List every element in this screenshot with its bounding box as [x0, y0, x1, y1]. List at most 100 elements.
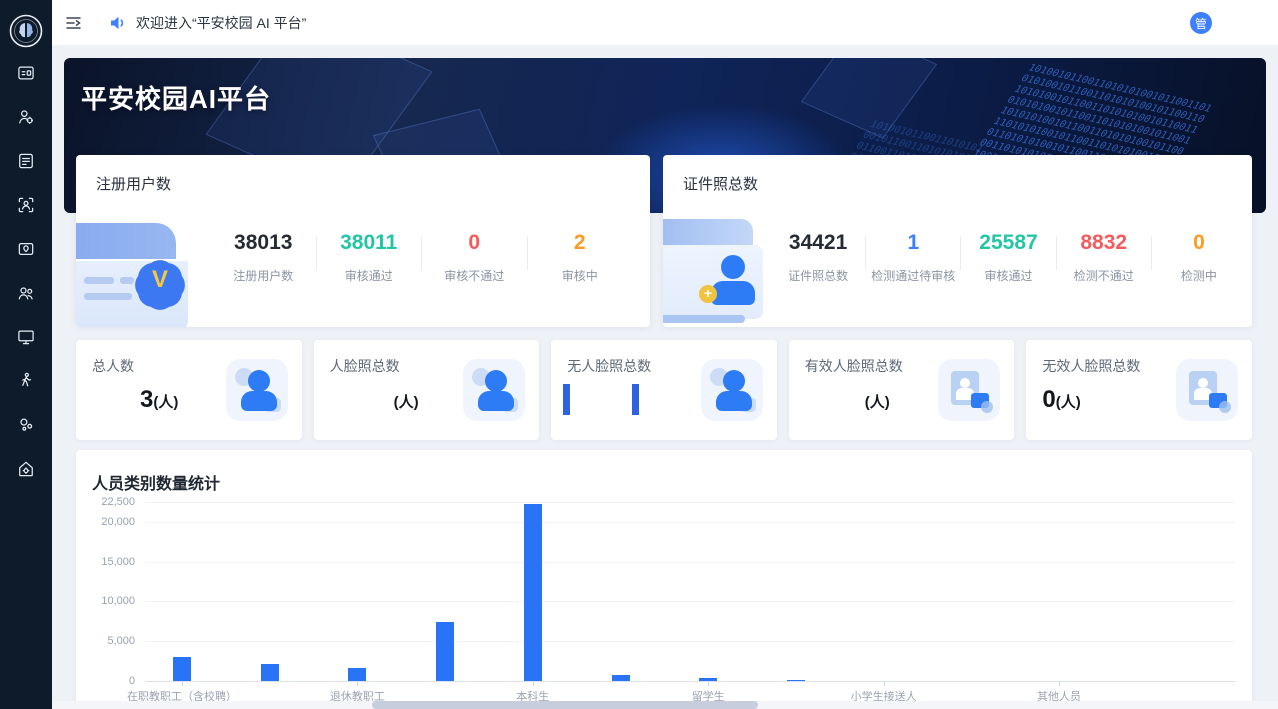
- sidebar-item-cluster[interactable]: [15, 414, 37, 436]
- gridline: [145, 502, 1235, 503]
- x-axis-tick: [357, 682, 358, 686]
- stat-label: 证件照总数: [771, 267, 865, 284]
- summary-card-value: (人): [805, 386, 890, 414]
- y-axis-tick-label: 20,000: [81, 516, 135, 528]
- summary-card: 无效人脸照总数0(人): [1026, 340, 1252, 440]
- person-icon: [226, 359, 288, 421]
- stat-item: 0 审核不通过: [422, 231, 527, 284]
- stat-item: 0检测中: [1152, 231, 1246, 284]
- chart-bar: [612, 675, 630, 681]
- stat-label: 审核中: [528, 267, 633, 284]
- x-axis-line: [145, 681, 1235, 682]
- summary-card-value: 3(人): [92, 386, 178, 414]
- welcome-message: 欢迎进入“平安校园 AI 平台”: [136, 13, 306, 33]
- summary-card: 无人脸照总数: [551, 340, 777, 440]
- chart-title: 人员类别数量统计: [76, 450, 1252, 494]
- stat-item: 25587 审核通过: [961, 231, 1055, 284]
- stat-cards-row: 注册用户数 V 38013注册用户数38011审核通过0审核不通过2审核中 证件…: [76, 155, 1252, 327]
- photo-icon: [938, 359, 1000, 421]
- stat-item: 38013注册用户数: [211, 231, 316, 284]
- person-icon: [701, 359, 763, 421]
- summary-card-value: (人): [330, 386, 419, 414]
- count-animation-artifact: [563, 384, 570, 415]
- x-axis-tick: [1059, 682, 1060, 686]
- map-pin-icon: [16, 239, 36, 259]
- card-title: 证件照总数: [663, 155, 1252, 194]
- banner-title: 平安校园AI平台: [81, 79, 271, 116]
- gridline: [145, 522, 1235, 523]
- photo-stats: 34421证件照总数1 检测通过待审核25587 审核通过8832检测不通过0检测中: [771, 231, 1246, 284]
- user-settings-icon: [16, 107, 36, 127]
- id-card-illustration: V: [76, 221, 211, 327]
- y-axis-tick-label: 15,000: [81, 556, 135, 568]
- chart-bar: [699, 678, 717, 681]
- bar-chart: 05,00010,00015,00020,00022,500在职教职工（含校聘）…: [145, 502, 1235, 681]
- stat-label: 审核通过: [961, 267, 1055, 284]
- chart-bar: [436, 622, 454, 681]
- y-axis-tick-label: 22,500: [81, 496, 135, 508]
- stat-value: 1: [866, 231, 960, 255]
- top-header: 欢迎进入“平安校园 AI 平台” 管: [52, 0, 1278, 46]
- id-card-icon: [16, 63, 36, 83]
- verified-badge-icon: V: [132, 257, 188, 313]
- add-badge-icon: +: [699, 285, 717, 303]
- stat-value: 0: [1152, 231, 1246, 255]
- sidebar-item-home-settings[interactable]: [15, 458, 37, 480]
- stat-item: 1 检测通过待审核: [866, 231, 960, 284]
- summary-card: 人脸照总数(人): [314, 340, 540, 440]
- document-icon: [16, 151, 36, 171]
- horizontal-scrollbar-track: [52, 701, 1278, 709]
- count-animation-artifact: [632, 384, 639, 415]
- announcement-speaker-icon: [108, 13, 128, 33]
- id-photos-card: 证件照总数 + 34421证件照总数1 检测通过待审核25587 审核通过8832检…: [663, 155, 1252, 327]
- sidebar-item-monitor[interactable]: [15, 326, 37, 348]
- main-content: 1010010110011010101001011001101010100101…: [52, 46, 1278, 709]
- stat-item: 2 审核中: [528, 231, 633, 284]
- stat-item: 38011审核通过: [317, 231, 422, 284]
- sidebar-item-pedestrian[interactable]: [15, 370, 37, 392]
- group-icon: [16, 283, 36, 303]
- stat-value: 25587: [961, 231, 1055, 255]
- photo-illustration: +: [663, 215, 781, 327]
- chart-bar: [261, 664, 279, 681]
- sidebar-item-group[interactable]: [15, 282, 37, 304]
- x-axis-tick: [884, 682, 885, 686]
- pedestrian-icon: [16, 371, 36, 391]
- monitor-icon: [16, 327, 36, 347]
- stat-label: 检测通过待审核: [866, 267, 960, 284]
- y-axis-tick-label: 0: [81, 675, 135, 687]
- sidebar: [0, 0, 52, 709]
- home-settings-icon: [16, 459, 36, 479]
- summary-cards-row: 总人数3(人)人脸照总数(人)无人脸照总数有效人脸照总数(人)无效人脸照总数0(…: [76, 340, 1252, 440]
- sidebar-nav: [15, 62, 37, 480]
- sidebar-item-face-scan[interactable]: [15, 194, 37, 216]
- x-axis-tick: [708, 682, 709, 686]
- sidebar-item-id-card[interactable]: [15, 62, 37, 84]
- stat-label: 注册用户数: [211, 267, 316, 284]
- horizontal-scrollbar-thumb[interactable]: [372, 701, 758, 709]
- sidebar-item-map-pin[interactable]: [15, 238, 37, 260]
- sidebar-item-user-settings[interactable]: [15, 106, 37, 128]
- chart-bar: [787, 680, 805, 681]
- card-title: 注册用户数: [76, 155, 650, 194]
- x-axis-tick: [182, 682, 183, 686]
- cluster-icon: [16, 415, 36, 435]
- x-axis-tick: [533, 682, 534, 686]
- stat-item: 34421证件照总数: [771, 231, 865, 284]
- sidebar-item-document[interactable]: [15, 150, 37, 172]
- stat-value: 0: [422, 231, 527, 255]
- user-avatar[interactable]: 管: [1190, 12, 1212, 34]
- stat-value: 2: [528, 231, 633, 255]
- collapse-menu-icon[interactable]: [64, 13, 84, 33]
- registered-stats: 38013注册用户数38011审核通过0 审核不通过2 审核中: [211, 231, 632, 284]
- summary-card: 总人数3(人): [76, 340, 302, 440]
- chart-bar: [348, 668, 366, 681]
- chart-bar: [524, 504, 542, 681]
- summary-card-value: 0(人): [1042, 386, 1080, 414]
- stat-value: 38011: [317, 231, 422, 255]
- gridline: [145, 601, 1235, 602]
- person-icon: [463, 359, 525, 421]
- stat-label: 审核不通过: [422, 267, 527, 284]
- photo-icon: [1176, 359, 1238, 421]
- stat-item: 8832检测不通过: [1057, 231, 1151, 284]
